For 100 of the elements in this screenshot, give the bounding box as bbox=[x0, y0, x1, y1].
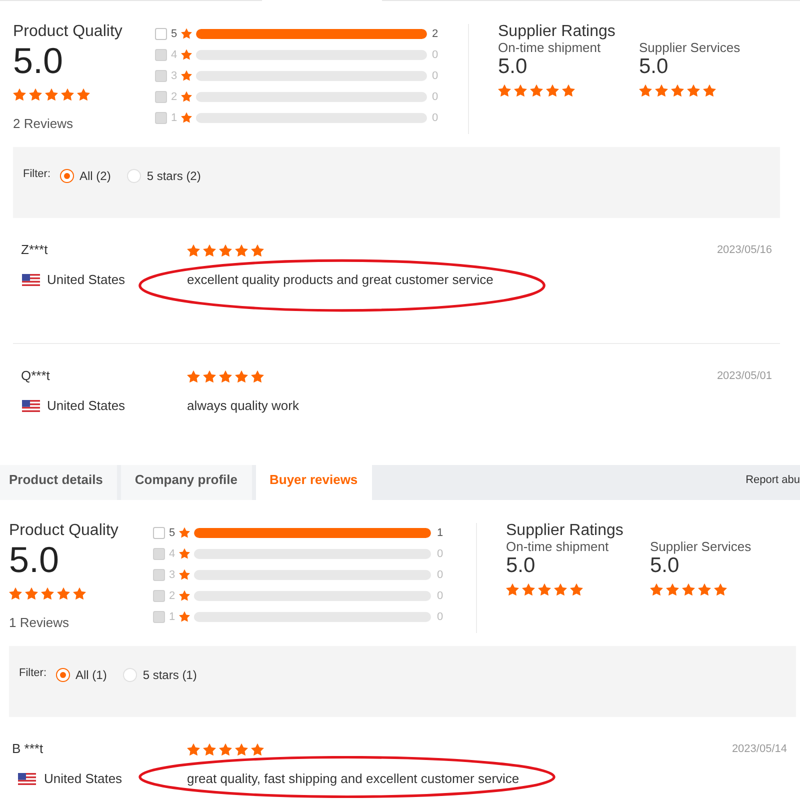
score-value: 5.0 bbox=[506, 554, 536, 578]
score-value: 5.0 bbox=[498, 55, 528, 79]
country-name: United States bbox=[47, 272, 126, 288]
report-link[interactable]: Report abu bbox=[746, 473, 800, 487]
country-name: United States bbox=[44, 771, 122, 787]
checkbox[interactable] bbox=[155, 28, 167, 40]
star-icon bbox=[45, 88, 58, 101]
star-level-label: 2 bbox=[171, 90, 178, 104]
star-level-label: 4 bbox=[171, 48, 178, 62]
star-icon bbox=[181, 70, 192, 81]
metric-label: Supplier Services bbox=[650, 539, 752, 554]
metric-label: On-time shipment bbox=[506, 539, 609, 554]
rating-count: 0 bbox=[432, 110, 438, 124]
star-icon bbox=[671, 84, 684, 97]
star-icon bbox=[13, 88, 26, 101]
filter-option[interactable]: 5 stars (1) bbox=[122, 666, 197, 684]
filter-option[interactable]: All (1) bbox=[56, 666, 107, 684]
star-icon bbox=[251, 742, 264, 756]
rating-count: 0 bbox=[437, 568, 444, 582]
rating-count: 0 bbox=[437, 546, 444, 560]
star-icon bbox=[251, 370, 264, 382]
star-level-label: 5 bbox=[169, 526, 176, 540]
flag-icon bbox=[22, 400, 40, 412]
review-count: 2 Reviews bbox=[13, 116, 73, 132]
review-count: 1 Reviews bbox=[9, 615, 69, 631]
star-icon bbox=[235, 244, 248, 256]
flag-icon bbox=[18, 773, 36, 785]
score-value: 5.0 bbox=[9, 540, 60, 580]
review-text: always quality work bbox=[187, 398, 299, 414]
star-icon bbox=[698, 583, 711, 596]
star-icon bbox=[219, 742, 232, 756]
section-title: Supplier Ratings bbox=[498, 23, 616, 40]
review-text: great quality, fast shipping and excellent customer service bbox=[187, 771, 520, 787]
filter-option[interactable]: 5 stars (2) bbox=[126, 167, 201, 185]
star-level-label: 1 bbox=[169, 610, 176, 624]
star-icon bbox=[498, 84, 511, 97]
reviewer-name: Q***t bbox=[21, 368, 50, 384]
star-icon bbox=[203, 370, 216, 382]
star-icon bbox=[179, 590, 190, 601]
star-icon bbox=[506, 583, 519, 596]
star-icon bbox=[203, 244, 216, 256]
star-icon bbox=[187, 244, 200, 256]
star-icon bbox=[179, 569, 190, 580]
star-icon bbox=[57, 587, 70, 600]
star-icon bbox=[219, 244, 232, 256]
radio-icon[interactable] bbox=[56, 668, 70, 682]
star-icon bbox=[181, 112, 192, 123]
star-icon bbox=[570, 583, 583, 596]
checkbox[interactable] bbox=[153, 526, 165, 538]
score-value: 5.0 bbox=[650, 554, 680, 578]
section-title: Product Quality bbox=[9, 522, 118, 540]
star-icon bbox=[562, 84, 575, 97]
country-name: United States bbox=[47, 398, 126, 414]
filter-label: Filter: bbox=[19, 666, 46, 680]
filter-option[interactable]: All (2) bbox=[60, 167, 111, 185]
star-level-label: 1 bbox=[171, 110, 178, 124]
star-icon bbox=[203, 742, 216, 756]
rating-count: 0 bbox=[432, 68, 438, 82]
tab[interactable]: Product details bbox=[0, 465, 117, 500]
star-icon bbox=[703, 84, 716, 97]
star-level-label: 5 bbox=[171, 26, 178, 40]
rating-count: 0 bbox=[432, 90, 438, 104]
score-value: 5.0 bbox=[13, 41, 64, 81]
star-icon bbox=[655, 84, 668, 97]
star-icon bbox=[61, 88, 74, 101]
reviewer-name: B ***t bbox=[12, 741, 44, 757]
metric-label: Supplier Services bbox=[639, 40, 740, 55]
star-icon bbox=[219, 370, 232, 382]
star-level-label: 2 bbox=[169, 588, 176, 602]
star-icon bbox=[714, 583, 727, 596]
radio-icon[interactable] bbox=[60, 169, 74, 183]
rating-count: 2 bbox=[432, 26, 438, 40]
review-date: 2023/05/16 bbox=[716, 243, 772, 258]
star-icon bbox=[77, 88, 90, 101]
star-icon bbox=[187, 370, 200, 382]
rating-count: 0 bbox=[432, 48, 438, 62]
star-icon bbox=[639, 84, 652, 97]
star-icon bbox=[546, 84, 559, 97]
star-icon bbox=[29, 88, 42, 101]
star-icon bbox=[682, 583, 695, 596]
star-icon bbox=[530, 84, 543, 97]
star-icon bbox=[235, 742, 248, 756]
star-icon bbox=[666, 583, 679, 596]
star-level-label: 3 bbox=[169, 568, 176, 582]
rating-count: 0 bbox=[437, 588, 444, 602]
tab[interactable]: Company profile bbox=[120, 465, 252, 500]
star-icon bbox=[41, 587, 54, 600]
star-icon bbox=[181, 91, 192, 102]
rating-count: 0 bbox=[437, 610, 444, 624]
rating-count: 1 bbox=[437, 526, 444, 540]
review-text: excellent quality products and great customer service bbox=[187, 272, 494, 288]
star-level-label: 3 bbox=[171, 68, 178, 82]
reviewer-name: Z***t bbox=[21, 242, 48, 258]
star-icon bbox=[73, 587, 86, 600]
score-value: 5.0 bbox=[639, 55, 668, 79]
star-icon bbox=[9, 587, 22, 600]
section-title: Product Quality bbox=[13, 23, 122, 41]
section-title: Supplier Ratings bbox=[506, 522, 624, 539]
star-level-label: 4 bbox=[169, 546, 176, 560]
star-icon bbox=[650, 583, 663, 596]
